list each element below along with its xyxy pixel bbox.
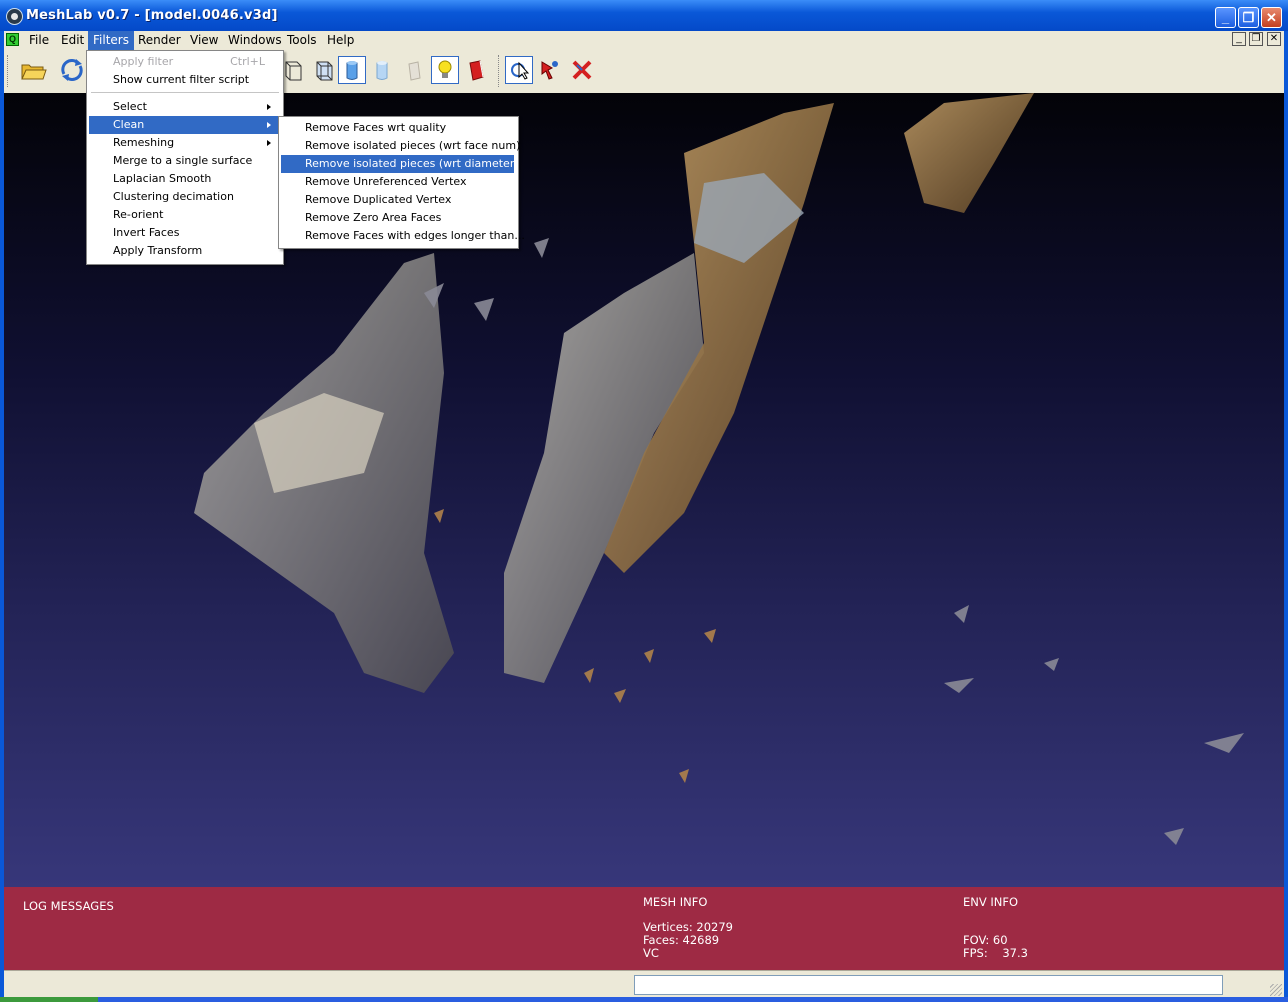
menu-show-filter-script[interactable]: Show current filter script [89,71,279,89]
menu-clean[interactable]: Clean [89,116,279,134]
smooth-shading-icon[interactable] [369,56,397,84]
apply-filter-shortcut: Ctrl+L [230,55,265,68]
menu-remove-faces-quality[interactable]: Remove Faces wrt quality [281,119,514,137]
fps-value: FPS: 37.3 [963,946,1028,960]
wireframe-icon[interactable] [310,56,338,84]
remeshing-label: Remeshing [113,136,175,149]
menu-remove-isolated-diameter[interactable]: Remove isolated pieces (wrt diameter) [281,155,519,173]
menu-edit[interactable]: Edit [56,31,89,50]
submenu-arrow-icon [267,122,271,128]
fov-value: FOV: 60 [963,933,1008,947]
menu-invert-faces[interactable]: Invert Faces [89,224,279,242]
minimize-button[interactable]: _ [1215,7,1236,28]
submenu-arrow-icon [267,140,271,146]
select-faces-icon[interactable] [505,56,533,84]
select-label: Select [113,100,147,113]
taskbar [0,997,1288,1002]
mdi-restore-button[interactable]: ❐ [1249,32,1263,46]
meshlab-app-icon[interactable] [6,8,23,25]
menu-remove-long-edges[interactable]: Remove Faces with edges longer than... [281,227,525,245]
menu-apply-transform[interactable]: Apply Transform [89,242,279,260]
toolbar-separator [498,55,501,87]
clean-submenu: Remove Faces wrt quality Remove isolated… [278,116,525,249]
start-button[interactable] [0,997,98,1002]
menu-remeshing[interactable]: Remeshing [89,134,279,152]
menu-clustering-decimation[interactable]: Clustering decimation [89,188,279,206]
menu-view[interactable]: View [185,31,223,50]
menu-separator [91,92,279,93]
delete-selection-icon[interactable] [568,56,596,84]
menu-remove-duplicated-vertex[interactable]: Remove Duplicated Vertex [281,191,514,209]
flat-shading-icon[interactable] [338,56,366,84]
menu-remove-isolated-face-num[interactable]: Remove isolated pieces (wrt face num) [281,137,520,155]
resize-grip[interactable] [1270,984,1282,996]
reload-icon[interactable] [58,56,86,84]
menu-remove-unreferenced-vertex[interactable]: Remove Unreferenced Vertex [281,173,514,191]
mdi-minimize-button[interactable]: _ [1232,32,1246,46]
info-panel: LOG MESSAGES MESH INFO Vertices: 20279 F… [4,887,1284,970]
menu-help[interactable]: Help [322,31,359,50]
submenu-arrow-icon [267,104,271,110]
env-info-title: ENV INFO [963,895,1019,909]
menu-apply-filter[interactable]: Apply filter Ctrl+L [89,53,279,71]
main-area: Q File Edit Filters Render View Windows … [4,31,1284,998]
menu-render[interactable]: Render [133,31,186,50]
vertex-color-flag: VC [643,946,659,960]
menu-tools[interactable]: Tools [282,31,322,50]
open-folder-icon[interactable] [19,56,47,84]
menu-remove-zero-area-faces[interactable]: Remove Zero Area Faces [281,209,514,227]
log-messages-title: LOG MESSAGES [23,899,114,913]
color-icon[interactable] [462,56,490,84]
close-button[interactable]: ✕ [1261,7,1282,28]
clean-label: Clean [113,118,145,131]
meshlab-window: MeshLab v0.7 - [model.0046.v3d] _ ❐ ✕ Q … [0,0,1288,1002]
mdi-close-button[interactable]: ✕ [1267,32,1281,46]
status-message-field [634,975,1223,995]
window-title: MeshLab v0.7 - [model.0046.v3d] [26,8,278,23]
menu-filters[interactable]: Filters [88,31,134,50]
faces-count: Faces: 42689 [643,933,720,947]
light-bulb-icon[interactable] [431,56,459,84]
filters-menu: Apply filter Ctrl+L Show current filter … [86,50,284,265]
apply-filter-label: Apply filter [113,55,174,68]
menu-merge-surface[interactable]: Merge to a single surface [89,152,279,170]
status-bar [4,970,1284,998]
menu-file[interactable]: File [24,31,54,50]
menu-laplacian-smooth[interactable]: Laplacian Smooth [89,170,279,188]
title-bar[interactable]: MeshLab v0.7 - [model.0046.v3d] _ ❐ ✕ [0,0,1288,31]
vertices-count: Vertices: 20279 [643,920,733,934]
mdi-document-icon[interactable]: Q [6,33,19,46]
menu-re-orient[interactable]: Re-orient [89,206,279,224]
toolbar-handle [7,55,10,87]
menu-select[interactable]: Select [89,98,279,116]
menu-bar: Q File Edit Filters Render View Windows … [4,31,1284,50]
restore-button[interactable]: ❐ [1238,7,1259,28]
texture-icon[interactable] [400,56,428,84]
mesh-info-title: MESH INFO [643,895,708,909]
paint-select-icon[interactable] [537,56,565,84]
menu-windows[interactable]: Windows [223,31,287,50]
